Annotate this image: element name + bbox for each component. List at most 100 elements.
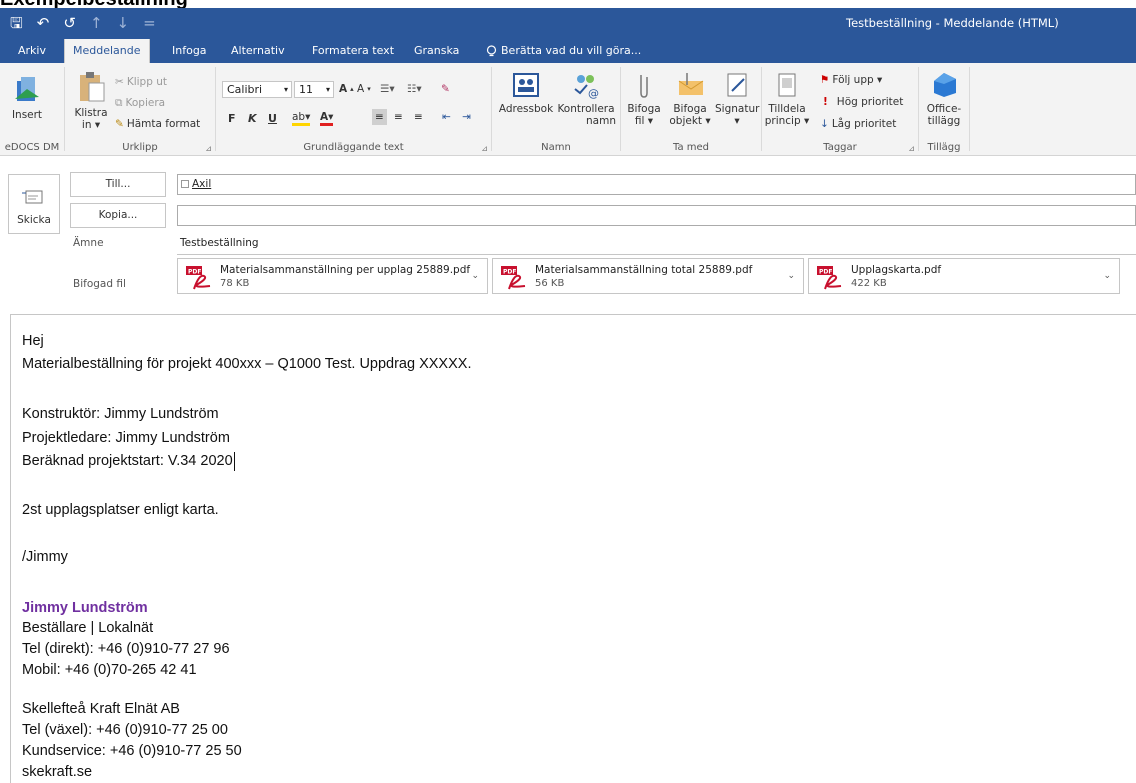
group-label-clipboard: Urklipp <box>122 142 158 153</box>
align-right-icon[interactable]: ≡ <box>414 110 423 124</box>
save-icon[interactable]: 🖫 <box>10 8 23 39</box>
attach-file-label-1: Bifoga <box>627 103 661 115</box>
format-painter-button[interactable]: ✎ Hämta format <box>115 117 200 131</box>
cc-field[interactable] <box>177 205 1136 226</box>
to-recipient[interactable]: Axil <box>192 178 211 190</box>
office-addins-label-2: tillägg <box>927 115 961 127</box>
align-center-icon[interactable]: ≡ <box>394 110 403 124</box>
paste-button[interactable]: Klistra in ▾ <box>71 69 111 131</box>
bullets-icon[interactable]: ☰▾ <box>380 82 395 96</box>
underline-button[interactable]: U <box>268 111 277 127</box>
check-names-button[interactable]: @ Kontrollera namn <box>556 71 616 127</box>
pdf-icon: PDF <box>186 266 211 290</box>
chevron-down-icon[interactable]: ⌄ <box>471 271 479 281</box>
chevron-down-icon[interactable]: ⌄ <box>787 271 795 281</box>
attachment-item[interactable]: PDF Materialsammanställning per upplag 2… <box>177 258 488 294</box>
to-button[interactable]: Till... <box>70 172 166 197</box>
group-label-basic-text: Grundläggande text <box>303 142 404 153</box>
office-addins-button[interactable]: Office- tillägg <box>922 71 966 127</box>
down-arrow-icon[interactable]: ↓ <box>117 8 130 39</box>
low-priority-button[interactable]: ↓ Låg prioritet <box>820 117 896 131</box>
signature-role: Beställare | Lokalnät <box>22 620 154 636</box>
signature-button[interactable]: Signatur ▾ <box>715 71 759 127</box>
to-field[interactable]: Axil <box>177 174 1136 195</box>
copy-button[interactable]: ⧉ Kopiera <box>115 96 165 110</box>
customize-qat-icon[interactable]: = <box>143 8 156 39</box>
font-color-icon[interactable]: A▾ <box>320 111 334 126</box>
shrink-font-button[interactable]: A ▾ <box>357 82 371 96</box>
send-button[interactable]: Skicka <box>8 174 60 234</box>
italic-button[interactable]: K <box>248 111 257 127</box>
font-name-box[interactable]: Calibri ▾ <box>222 81 292 98</box>
svg-text:PDF: PDF <box>503 269 516 276</box>
quick-access-toolbar: 🖫 ↶ ↺ ↑ ↓ = <box>10 8 156 39</box>
group-addins: Office- tillägg Tillägg <box>919 65 969 155</box>
increase-indent-icon[interactable]: ⇥ <box>462 110 471 124</box>
assign-policy-label-2: princip ▾ <box>764 115 810 127</box>
svg-text:@: @ <box>588 87 599 99</box>
signature-website[interactable]: skekraft.se <box>22 763 92 782</box>
signature-mobile: Mobil: +46 (0)70-265 42 41 <box>22 662 197 678</box>
tab-arkiv[interactable]: Arkiv <box>10 39 54 63</box>
up-arrow-icon[interactable]: ↑ <box>90 8 103 39</box>
highlight-icon[interactable]: ab▾ <box>292 111 311 126</box>
copy-icon: ⧉ <box>115 97 123 109</box>
attachment-size: 56 KB <box>535 278 565 289</box>
cc-button[interactable]: Kopia... <box>70 203 166 228</box>
chevron-down-icon[interactable]: ⌄ <box>1103 271 1111 281</box>
pdf-icon: PDF <box>501 266 526 290</box>
follow-up-button[interactable]: ⚑ Följ upp ▾ <box>820 73 882 87</box>
dialog-launcher-icon[interactable]: ⊿ <box>481 144 488 153</box>
undo-icon[interactable]: ↶ <box>37 8 50 39</box>
group-edocs: Insert eDOCS DM <box>0 65 64 155</box>
assign-policy-button[interactable]: Tilldela princip ▾ <box>764 71 810 127</box>
high-priority-button[interactable]: ! Hög prioritet <box>823 95 903 109</box>
tab-granska[interactable]: Granska <box>406 39 467 63</box>
format-painter-label: Hämta format <box>126 118 201 130</box>
body-storage-places: 2st upplagsplatser enligt karta. <box>22 502 219 518</box>
group-label-edocs: eDOCS DM <box>4 142 60 153</box>
insert-button[interactable]: Insert <box>6 75 48 121</box>
dialog-launcher-icon[interactable]: ⊿ <box>205 144 212 153</box>
tab-infoga[interactable]: Infoga <box>164 39 215 63</box>
attach-item-button[interactable]: Bifoga objekt ▾ <box>667 71 713 127</box>
body-project-start: Beräknad projektstart: V.34 2020 <box>22 452 235 471</box>
align-left-icon[interactable]: ≡ <box>372 109 387 125</box>
signature-switchboard: Tel (växel): +46 (0)910-77 25 00 <box>22 722 228 738</box>
tab-formatera-text[interactable]: Formatera text <box>304 39 402 63</box>
tell-me-box[interactable]: Berätta vad du vill göra... <box>478 39 649 63</box>
lightbulb-icon <box>486 44 497 56</box>
tab-alternativ[interactable]: Alternativ <box>223 39 293 63</box>
message-body[interactable]: Hej Materialbeställning för projekt 400x… <box>10 314 1136 783</box>
attach-item-label-2: objekt ▾ <box>669 115 711 127</box>
attachment-size: 422 KB <box>851 278 887 289</box>
decrease-indent-icon[interactable]: ⇤ <box>442 110 451 124</box>
assign-policy-label-1: Tilldela <box>768 103 806 115</box>
tab-meddelande[interactable]: Meddelande <box>64 39 150 63</box>
body-line: Materialbeställning för projekt 400xxx –… <box>22 356 472 372</box>
group-label-addins: Tillägg <box>927 142 961 153</box>
font-size-value: 11 <box>299 83 313 96</box>
attachment-item[interactable]: PDF Materialsammanställning total 25889.… <box>492 258 804 294</box>
subject-field[interactable]: Testbeställning <box>177 234 1136 255</box>
body-constructor: Konstruktör: Jimmy Lundström <box>22 406 219 422</box>
paste-label-1: Klistra <box>74 107 108 119</box>
attachment-size: 78 KB <box>220 278 250 289</box>
attachment-name: Materialsammanställning per upplag 25889… <box>220 264 471 276</box>
attach-file-button[interactable]: Bifoga fil ▾ <box>623 71 665 127</box>
group-label-include: Ta med <box>672 142 709 153</box>
addressbook-button[interactable]: Adressbok <box>498 71 554 115</box>
chevron-down-icon: ▾ <box>283 85 288 94</box>
cut-button[interactable]: ✂ Klipp ut <box>115 75 167 89</box>
ribbon-tabs: Arkiv Meddelande Infoga Alternativ Forma… <box>0 39 1136 63</box>
attachment-item[interactable]: PDF Upplagskarta.pdf 422 KB ⌄ <box>808 258 1120 294</box>
font-size-box[interactable]: 11 ▾ <box>294 81 334 98</box>
grow-font-button[interactable]: A ▴ <box>339 82 354 96</box>
numbering-icon[interactable]: ☷▾ <box>407 82 422 96</box>
bold-button[interactable]: F <box>228 111 236 127</box>
svg-text:PDF: PDF <box>188 269 201 276</box>
clear-formatting-icon[interactable]: ✎ <box>441 82 450 96</box>
attachment-name: Upplagskarta.pdf <box>851 264 942 276</box>
dialog-launcher-icon[interactable]: ⊿ <box>908 144 915 153</box>
redo-icon[interactable]: ↺ <box>63 8 76 39</box>
